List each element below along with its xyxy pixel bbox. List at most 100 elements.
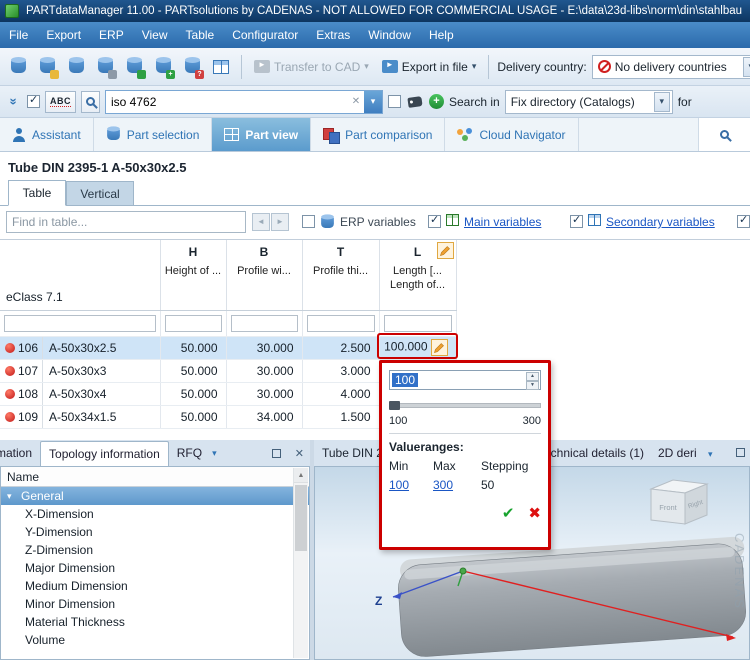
find-in-table-input[interactable] bbox=[6, 211, 246, 233]
chevron-down-icon[interactable]: ▾ bbox=[653, 91, 670, 112]
database-check-icon[interactable] bbox=[122, 55, 146, 79]
value-slider[interactable] bbox=[389, 401, 541, 410]
search-dropdown-button[interactable]: ▾ bbox=[364, 90, 382, 113]
tab-list-dropdown-icon[interactable]: ▾ bbox=[708, 449, 713, 460]
table-cell[interactable]: 50.000 bbox=[160, 405, 227, 429]
find-next-button[interactable]: ► bbox=[271, 213, 289, 231]
tab-search[interactable] bbox=[698, 118, 750, 151]
erp-variables-checkbox[interactable] bbox=[302, 215, 315, 228]
tab-list-dropdown-icon[interactable]: ▾ bbox=[212, 448, 217, 459]
tree-item[interactable]: Z-Dimension bbox=[1, 541, 309, 559]
tree-item[interactable]: Volume bbox=[1, 631, 309, 649]
database-add-icon[interactable]: + bbox=[151, 55, 175, 79]
transfer-to-cad-button[interactable]: Transfer to CAD ▾ bbox=[250, 58, 373, 76]
tree-item-general[interactable]: ▾ General bbox=[1, 487, 309, 505]
tree-item[interactable]: Medium Dimension bbox=[1, 577, 309, 595]
close-panel-icon[interactable]: ✕ bbox=[295, 447, 304, 460]
filter-h-input[interactable] bbox=[164, 314, 222, 332]
float-panel-icon[interactable] bbox=[271, 448, 281, 458]
search-input[interactable] bbox=[106, 91, 348, 112]
add-search-icon[interactable]: + bbox=[429, 94, 444, 109]
table-cell[interactable]: 3.000 bbox=[302, 359, 380, 383]
secondary-variables-checkbox[interactable]: ✓ bbox=[570, 214, 583, 228]
tag-icon[interactable] bbox=[406, 90, 424, 114]
menu-file[interactable]: File bbox=[0, 22, 37, 48]
table-cell[interactable]: 109 A-50x34x1.5 bbox=[0, 405, 161, 429]
clear-search-icon[interactable]: ✕ bbox=[348, 96, 364, 107]
find-prev-button[interactable]: ◄ bbox=[252, 213, 270, 231]
database-mail-icon[interactable] bbox=[93, 55, 117, 79]
menu-export[interactable]: Export bbox=[37, 22, 90, 48]
value-spinbox[interactable]: 100 ▲ ▼ bbox=[389, 370, 541, 390]
tree-item[interactable]: Y-Dimension bbox=[1, 523, 309, 541]
menu-table[interactable]: Table bbox=[177, 22, 224, 48]
extra-variables-checkbox[interactable]: ✓ bbox=[737, 214, 750, 228]
slider-track[interactable] bbox=[389, 403, 541, 408]
table-cell[interactable]: 4.000 bbox=[302, 382, 380, 406]
filter-checkbox[interactable] bbox=[388, 95, 401, 108]
scrollbar-thumb[interactable] bbox=[295, 485, 307, 551]
tab-part-view[interactable]: Part view bbox=[212, 118, 312, 151]
column-b[interactable]: B Profile wi... bbox=[226, 240, 303, 311]
cancel-x-icon[interactable]: ✖ bbox=[528, 504, 541, 522]
spin-up-icon[interactable]: ▲ bbox=[526, 372, 539, 381]
edit-pencil-icon[interactable] bbox=[436, 242, 454, 259]
table-cell[interactable]: 1.500 bbox=[302, 405, 380, 429]
column-l[interactable]: L Length [... Length of... bbox=[379, 240, 457, 311]
tab-table[interactable]: Table bbox=[8, 180, 66, 206]
tab-assistant[interactable]: Assistant bbox=[0, 118, 94, 151]
table-cell[interactable]: 30.000 bbox=[226, 382, 303, 406]
table-cell[interactable]: 50.000 bbox=[160, 336, 227, 360]
confirm-check-icon[interactable]: ✔ bbox=[502, 504, 515, 522]
search-settings-button[interactable] bbox=[81, 90, 100, 113]
table-cell[interactable]: 50.000 bbox=[160, 359, 227, 383]
table-cell[interactable]: 107 A-50x30x3 bbox=[0, 359, 161, 383]
tree-item[interactable]: Material Thickness bbox=[1, 613, 309, 631]
tab-technical-details[interactable]: Technical details (1) bbox=[538, 440, 644, 466]
tree-item[interactable]: Minor Dimension bbox=[1, 595, 309, 613]
menu-window[interactable]: Window bbox=[359, 22, 420, 48]
main-variables-link[interactable]: Main variables bbox=[464, 215, 541, 229]
filter-t-input[interactable] bbox=[306, 314, 375, 332]
collapse-chevrons-icon[interactable]: » bbox=[7, 94, 22, 110]
tab-vertical[interactable]: Vertical bbox=[66, 181, 134, 206]
spin-down-icon[interactable]: ▼ bbox=[526, 381, 539, 390]
tree-column-header[interactable]: Name bbox=[1, 467, 309, 487]
database-icon[interactable] bbox=[64, 55, 88, 79]
table-cell[interactable]: 50.000 bbox=[160, 382, 227, 406]
table-cell[interactable]: 30.000 bbox=[226, 359, 303, 383]
tab-rfq[interactable]: RFQ bbox=[169, 441, 210, 466]
expander-icon[interactable]: ▾ bbox=[7, 487, 21, 505]
chevron-down-icon[interactable]: ▾ bbox=[742, 56, 750, 77]
menu-configurator[interactable]: Configurator bbox=[223, 22, 307, 48]
main-variables-checkbox[interactable]: ✓ bbox=[428, 214, 441, 228]
tab-topology-information[interactable]: Topology information bbox=[40, 441, 169, 466]
max-value-link[interactable]: 300 bbox=[433, 478, 453, 492]
open-part-icon[interactable] bbox=[6, 55, 30, 79]
min-value-link[interactable]: 100 bbox=[389, 478, 409, 492]
tab-information-cut[interactable]: mation bbox=[0, 441, 40, 466]
database-help-icon[interactable]: ? bbox=[180, 55, 204, 79]
export-in-file-button[interactable]: Export in file ▾ bbox=[378, 58, 481, 76]
tab-2d-derivation[interactable]: 2D derivation bbox=[658, 440, 696, 466]
filter-eclass-input[interactable] bbox=[4, 314, 156, 332]
table-view-icon[interactable] bbox=[209, 55, 233, 79]
menu-erp[interactable]: ERP bbox=[90, 22, 133, 48]
search-option-checkbox[interactable]: ✓ bbox=[27, 94, 40, 108]
tab-part-comparison[interactable]: Part comparison bbox=[311, 118, 446, 151]
tree-item[interactable]: X-Dimension bbox=[1, 505, 309, 523]
open-folder-icon[interactable] bbox=[35, 55, 59, 79]
table-cell[interactable]: 106 A-50x30x2.5 bbox=[0, 336, 161, 360]
float-panel-icon[interactable] bbox=[736, 448, 745, 457]
secondary-variables-link[interactable]: Secondary variables bbox=[606, 215, 715, 229]
table-cell[interactable]: 2.500 bbox=[302, 336, 380, 360]
delivery-country-select[interactable]: No delivery countries ▾ bbox=[591, 54, 750, 79]
filter-b-input[interactable] bbox=[230, 314, 298, 332]
menu-help[interactable]: Help bbox=[420, 22, 463, 48]
table-cell[interactable]: 34.000 bbox=[226, 405, 303, 429]
scrollbar[interactable]: ▲ bbox=[293, 468, 308, 658]
search-scope-select[interactable]: Fix directory (Catalogs) ▾ bbox=[504, 89, 673, 114]
table-cell[interactable]: 30.000 bbox=[226, 336, 303, 360]
column-t[interactable]: T Profile thi... bbox=[302, 240, 380, 311]
tree-item[interactable]: Major Dimension bbox=[1, 559, 309, 577]
